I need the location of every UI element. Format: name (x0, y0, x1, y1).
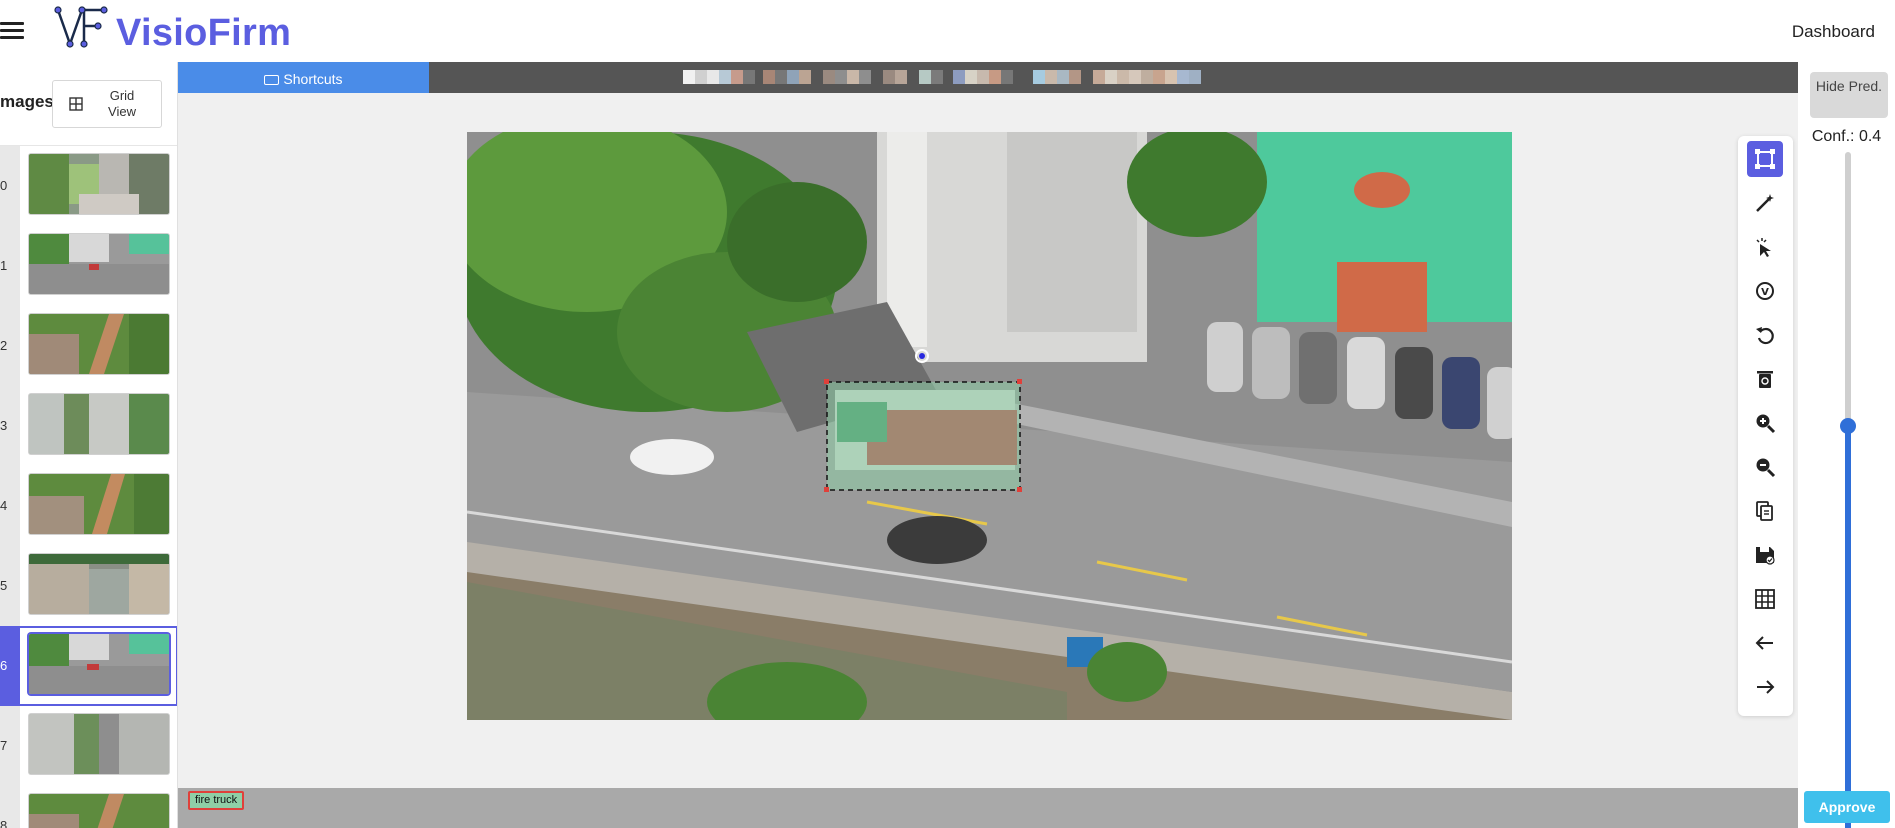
grid-icon (1755, 589, 1775, 609)
thumbnail-index: 6 (0, 626, 20, 706)
thumbnail-item[interactable]: 0 (0, 146, 177, 226)
thumbnail-item[interactable]: 2 (0, 306, 177, 386)
shortcuts-label: Shortcuts (283, 71, 343, 87)
bounding-box (826, 381, 1021, 491)
hide-predictions-button[interactable]: Hide Pred. (1810, 72, 1888, 118)
click-select-tool[interactable] (1747, 229, 1783, 265)
trash-icon (1757, 371, 1773, 388)
thumbnail-image (29, 794, 169, 828)
grid-view-icon (69, 97, 83, 111)
zoom-in-tool[interactable] (1747, 405, 1783, 441)
undo-icon (1756, 327, 1774, 345)
arrow-left-icon (1755, 636, 1773, 650)
thumbnail-image (29, 394, 169, 454)
annotation-app: VisioFirm Dashboard mages Grid View 0 1 … (0, 0, 1895, 828)
save-tool[interactable] (1747, 537, 1783, 573)
magic-wand-tool[interactable] (1747, 185, 1783, 221)
copy-tool[interactable] (1747, 493, 1783, 529)
thumbnail-index: 0 (0, 146, 20, 226)
aerial-image[interactable] (467, 132, 1512, 720)
thumbnail-index: 8 (0, 786, 20, 828)
confidence-slider-track[interactable] (1845, 152, 1851, 828)
thumbnail-item-selected[interactable]: 6 (0, 626, 177, 706)
prediction-panel: Hide Pred. Conf.: 0.4 (1798, 62, 1895, 828)
thumbnail-item[interactable]: 7 (0, 706, 177, 786)
thumbnail-image (29, 474, 169, 534)
confidence-slider-fill (1845, 426, 1851, 828)
brand-name: VisioFirm (116, 12, 292, 54)
filename-redacted (683, 70, 1201, 84)
undo-tool[interactable] (1747, 317, 1783, 353)
thumbnail-index: 4 (0, 466, 20, 546)
confidence-label: Conf.: 0.4 (1811, 128, 1882, 145)
annotation-canvas[interactable]: V (178, 93, 1798, 788)
image-sidebar: mages Grid View 0 1 2 3 4 5 6 7 8 (0, 62, 178, 828)
thumbnail-image (29, 634, 169, 694)
thumbnail-item[interactable]: 8 (0, 786, 177, 828)
previous-image-button[interactable] (1747, 625, 1783, 661)
bounding-box-tool[interactable] (1747, 141, 1783, 177)
thumbnail-image (29, 234, 169, 294)
label-chip[interactable]: fire truck (188, 791, 245, 810)
logo-icon (54, 6, 108, 48)
thumbnail-item[interactable]: 3 (0, 386, 177, 466)
delete-tool[interactable] (1747, 361, 1783, 397)
shortcuts-button[interactable]: Shortcuts (178, 62, 429, 93)
menu-icon[interactable] (0, 20, 24, 42)
bounding-box-icon (1755, 149, 1775, 169)
thumbnail-image (29, 554, 169, 614)
next-image-button[interactable] (1747, 669, 1783, 705)
magic-wand-icon (1756, 194, 1774, 212)
thumbnail-item[interactable]: 1 (0, 226, 177, 306)
zoom-out-tool[interactable] (1747, 449, 1783, 485)
thumbnail-index: 3 (0, 386, 20, 466)
confidence-slider-thumb[interactable] (1840, 418, 1856, 434)
header: VisioFirm Dashboard (0, 0, 1895, 62)
thumbnail-index: 2 (0, 306, 20, 386)
thumbnail-index: 7 (0, 706, 20, 786)
copy-icon (1756, 501, 1773, 521)
grid-tool[interactable] (1747, 581, 1783, 617)
auto-detect-icon: V (1756, 282, 1774, 300)
thumbnail-image (29, 714, 169, 774)
grid-view-label: Grid View (108, 88, 136, 119)
svg-text:V: V (1761, 287, 1769, 298)
auto-detect-tool[interactable]: V (1747, 273, 1783, 309)
keyboard-icon (264, 75, 280, 85)
dashboard-link[interactable]: Dashboard (1792, 22, 1875, 42)
thumbnail-image (29, 314, 169, 374)
save-icon (1756, 547, 1775, 565)
label-bar: fire truck (178, 788, 1798, 828)
thumbnail-index: 5 (0, 546, 20, 626)
approve-button[interactable]: Approve (1804, 791, 1890, 823)
zoom-out-icon (1756, 458, 1776, 478)
thumbnail-item[interactable]: 4 (0, 466, 177, 546)
zoom-in-icon (1756, 414, 1776, 434)
arrow-right-icon (1757, 680, 1775, 694)
click-select-icon (1756, 238, 1771, 257)
thumbnail-item[interactable]: 5 (0, 546, 177, 626)
tool-panel: V (1738, 136, 1793, 716)
thumbnail-image (29, 154, 169, 214)
thumbnail-index: 1 (0, 226, 20, 306)
grid-view-button[interactable]: Grid View (52, 80, 162, 128)
sidebar-title: mages (0, 92, 54, 111)
top-toolbar: Shortcuts (178, 62, 1798, 93)
